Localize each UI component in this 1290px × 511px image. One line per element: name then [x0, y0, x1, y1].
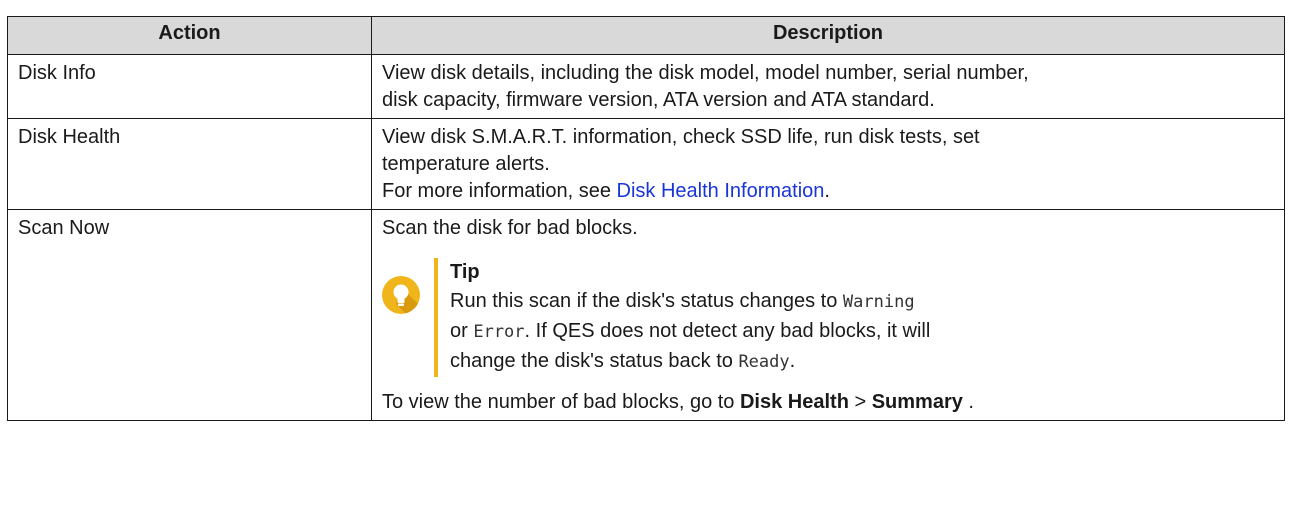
footer-suffix: . [962, 391, 974, 413]
footer-line: To view the number of bad blocks, go to … [382, 389, 1274, 416]
menu-summary: Summary [871, 391, 963, 413]
table-row: Disk Info View disk details, including t… [7, 54, 1285, 119]
see-more-line: For more information, see Disk Health In… [382, 178, 1274, 205]
tip-line: change the disk's status back to Ready. [450, 347, 930, 377]
tip-title: Tip [450, 261, 480, 283]
disk-health-information-link[interactable]: Disk Health Information [617, 180, 825, 202]
column-header-action: Action [7, 16, 372, 55]
description-cell: Scan the disk for bad blocks. Tip Run th… [371, 209, 1285, 421]
actions-table: Action Description Disk Info View disk d… [7, 16, 1285, 421]
description-line: temperature alerts. [382, 153, 550, 175]
description-line: Scan the disk for bad blocks. [382, 217, 638, 239]
description-line: View disk S.M.A.R.T. information, check … [382, 126, 980, 148]
footer-prefix: To view the number of bad blocks, go to [382, 391, 740, 413]
tip-text: . [789, 350, 796, 372]
see-more-suffix: . [824, 180, 830, 202]
description-cell: View disk S.M.A.R.T. information, check … [371, 118, 1285, 210]
see-more-prefix: For more information, see [382, 180, 617, 202]
status-warning: Warning [842, 292, 915, 312]
menu-disk-health: Disk Health [739, 391, 849, 413]
lightbulb-icon [382, 276, 420, 314]
tip-line: Run this scan if the disk's status chang… [450, 287, 930, 317]
status-ready: Ready [738, 352, 790, 372]
tip-text: change the disk's status back to [450, 350, 739, 372]
tip-content: Tip Run this scan if the disk's status c… [434, 258, 930, 377]
table-row: Scan Now Scan the disk for bad blocks. T… [7, 209, 1285, 421]
action-cell: Disk Info [7, 54, 372, 119]
tip-text: . If QES does not detect any bad blocks,… [524, 320, 931, 342]
tip-text: Run this scan if the disk's status chang… [450, 290, 843, 312]
tip-line: or Error. If QES does not detect any bad… [450, 317, 930, 347]
status-error: Error [473, 322, 525, 342]
column-header-description: Description [371, 16, 1285, 55]
description-cell: View disk details, including the disk mo… [371, 54, 1285, 119]
description-line: View disk details, including the disk mo… [382, 62, 1029, 84]
tip-text: or [450, 320, 474, 342]
action-cell: Scan Now [7, 209, 372, 421]
action-cell: Disk Health [7, 118, 372, 210]
menu-separator: > [848, 391, 872, 413]
tip-callout: Tip Run this scan if the disk's status c… [382, 258, 1274, 377]
table-header-row: Action Description [7, 16, 1285, 55]
description-line: disk capacity, firmware version, ATA ver… [382, 89, 935, 111]
table-row: Disk Health View disk S.M.A.R.T. informa… [7, 118, 1285, 210]
